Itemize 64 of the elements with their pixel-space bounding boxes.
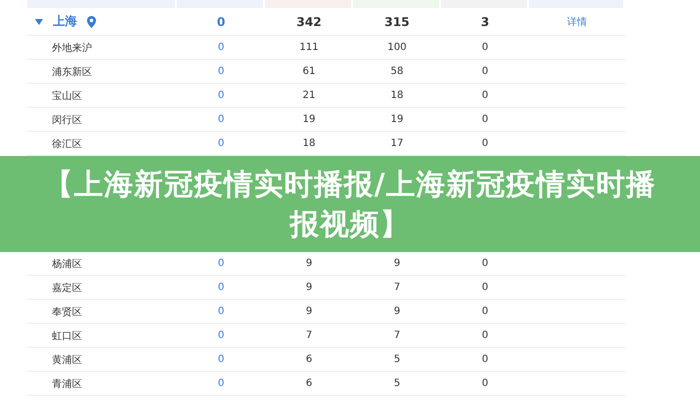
table-cell: 0 (218, 90, 224, 101)
district-name: 浦东新区 (52, 66, 92, 78)
table-cell: 61 (302, 66, 316, 77)
table-cell: 6 (306, 354, 312, 365)
district-name: 闵行区 (52, 114, 82, 126)
table-cell: 0 (218, 330, 224, 341)
table-cell: 342 (296, 14, 322, 28)
table-cell: 0 (218, 42, 224, 53)
table-cell: 0 (218, 258, 224, 269)
table-cell: 0 (216, 14, 226, 28)
table-cell: 0 (482, 258, 488, 269)
district-name: 虹口区 (52, 330, 82, 342)
district-name: 黄浦区 (52, 354, 82, 366)
table-cell: 9 (394, 306, 400, 317)
district-name: 徐汇区 (52, 138, 82, 150)
table-cell: 19 (390, 114, 404, 125)
table-cell: 0 (218, 282, 224, 293)
banner-title: 【上海新冠疫情实时播报/上海新冠疫情实时播报视频】 (43, 166, 657, 243)
table-cell: 6 (306, 378, 312, 389)
table-cell: 9 (306, 282, 312, 293)
district-name: 杨浦区 (52, 258, 82, 270)
table-cell: 0 (482, 354, 488, 365)
table-cell: 0 (482, 42, 488, 53)
table-cell: 0 (218, 114, 224, 125)
district-name: 奉贤区 (52, 306, 82, 318)
region-name: 上海 (53, 13, 77, 30)
table-cell: 7 (394, 330, 400, 341)
district-name: 青浦区 (52, 378, 82, 390)
table-cell: 0 (218, 306, 224, 317)
table-cell: 111 (299, 42, 319, 53)
details-link[interactable]: 详情 (567, 14, 587, 28)
table-cell: 0 (482, 90, 488, 101)
table-cell: 0 (482, 378, 488, 389)
table-cell: 0 (218, 378, 224, 389)
table-cell: 9 (394, 258, 400, 269)
table-cell: 0 (218, 354, 224, 365)
table-cell: 21 (302, 90, 316, 101)
table-cell: 17 (390, 138, 404, 149)
table-cell: 0 (482, 138, 488, 149)
table-cell: 9 (306, 306, 312, 317)
table-cell: 7 (394, 282, 400, 293)
table-cell: 18 (390, 90, 404, 101)
table-cell: 0 (482, 306, 488, 317)
table-cell: 18 (302, 138, 316, 149)
table-cell: 0 (218, 66, 224, 77)
table-cell: 100 (387, 42, 407, 53)
table-cell: 7 (306, 330, 312, 341)
district-name: 宝山区 (52, 90, 82, 102)
district-name: 外地来沪 (52, 42, 92, 54)
table-cell: 58 (390, 66, 404, 77)
table-cell: 5 (394, 354, 400, 365)
table-cell: 0 (482, 66, 488, 77)
table-cell: 5 (394, 378, 400, 389)
location-pin-icon (87, 16, 96, 28)
table-cell: 0 (218, 138, 224, 149)
table-cell: 3 (480, 14, 490, 28)
caret-icon[interactable] (35, 18, 43, 24)
table-cell: 0 (482, 282, 488, 293)
district-name: 嘉定区 (52, 282, 82, 294)
table-cell: 315 (384, 14, 410, 28)
table-cell: 9 (306, 258, 312, 269)
table-cell: 0 (482, 114, 488, 125)
table-cell: 19 (302, 114, 316, 125)
table-cell: 0 (482, 330, 488, 341)
